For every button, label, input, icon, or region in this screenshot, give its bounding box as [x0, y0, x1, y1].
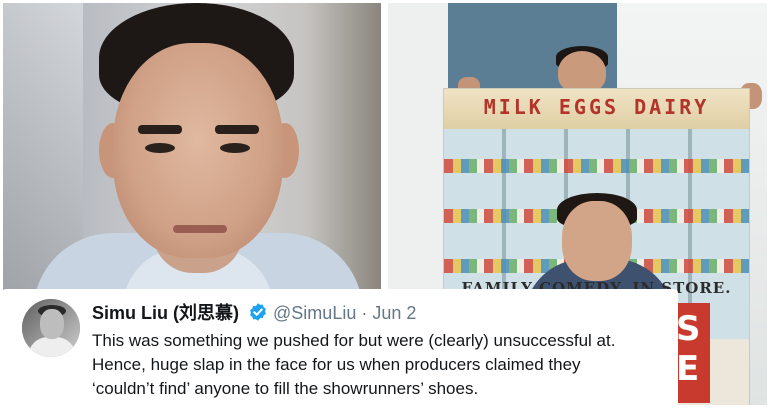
avatar[interactable] [22, 299, 80, 357]
tweet-text: This was something we pushed for but wer… [92, 329, 672, 401]
tweet-line: Hence, huge slap in the face for us when… [92, 355, 581, 374]
tweet-date[interactable]: Jun 2 [372, 303, 416, 323]
tweet-line: This was something we pushed for but wer… [92, 331, 616, 350]
poster-sign: MILK EGGS DAIRY [444, 89, 749, 129]
separator: · [361, 303, 368, 323]
left-portrait-photo [3, 3, 381, 293]
tweet-card: Simu Liu (刘思慕) @SimuLiu · Jun 2 This was… [2, 289, 678, 407]
side-sign-letters: S E [676, 309, 701, 389]
tweet-line: ‘couldn’t find’ anyone to fill the showr… [92, 379, 479, 398]
display-name[interactable]: Simu Liu (刘思慕) [92, 303, 239, 323]
tweet-header: Simu Liu (刘思慕) @SimuLiu · Jun 2 [92, 302, 416, 327]
handle[interactable]: @SimuLiu [273, 303, 356, 323]
verified-badge-icon [248, 302, 268, 327]
poster-sign-text: MILK EGGS DAIRY [483, 95, 710, 119]
